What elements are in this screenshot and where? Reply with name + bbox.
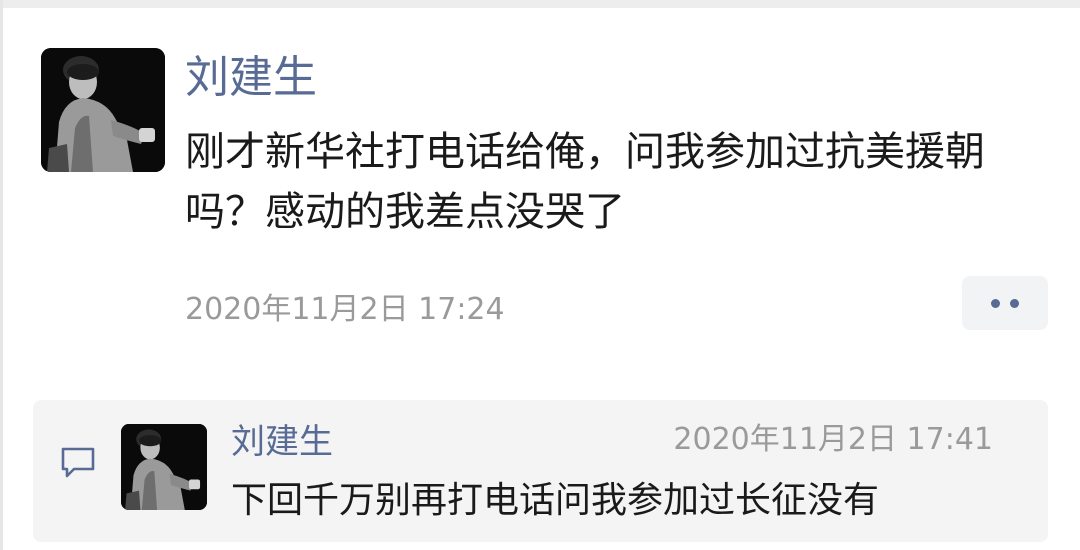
dot-icon [1010,298,1019,308]
more-actions-button[interactable] [962,276,1048,330]
post-content-text: 刚才新华社打电话给俺，问我参加过抗美援朝吗？感动的我差点没哭了 [185,129,985,235]
avatar-photo-icon [121,424,207,510]
post-timestamp: 2020年11月2日 17:24 [185,292,505,327]
avatar-photo-icon [41,48,165,172]
moment-post: 刘建生 刚才新华社打电话给俺，问我参加过抗美援朝吗？感动的我差点没哭了 2020… [0,0,1080,390]
comment-author-name[interactable]: 刘建生 [231,420,333,464]
comment-bubble-icon [61,447,95,478]
post-author-avatar[interactable] [41,48,165,172]
comment-section: 刘建生 2020年11月2日 17:41 下回千万别再打电话问我参加过长征没有 [33,400,1048,542]
comment-text[interactable]: 下回千万别再打电话问我参加过长征没有 [231,476,879,526]
comment-author-avatar[interactable] [121,424,207,510]
comment-timestamp: 2020年11月2日 17:41 [673,422,993,457]
post-author-name[interactable]: 刘建生 [185,50,317,106]
dot-icon [991,298,1000,308]
